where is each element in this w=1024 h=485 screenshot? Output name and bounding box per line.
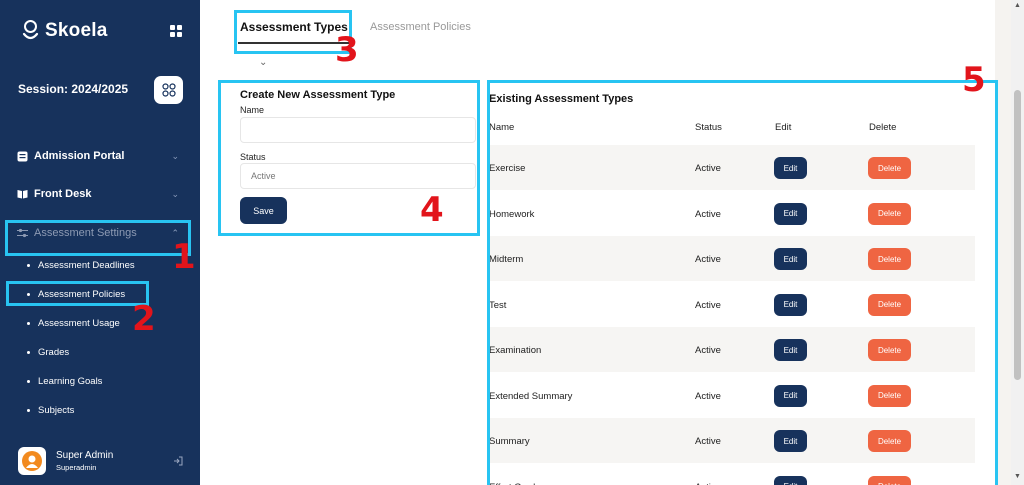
grid-circles-icon (161, 83, 176, 97)
scroll-up-arrow-icon[interactable]: ▲ (1014, 2, 1021, 9)
skoela-logo-icon (22, 20, 39, 40)
chevron-down-icon[interactable]: ⌄ (259, 57, 267, 68)
bullet-icon (27, 322, 30, 325)
annotation-number-3: 3 (335, 30, 359, 70)
admission-portal-icon (17, 151, 28, 161)
sidebar-item-admission-portal[interactable]: Admission Portal ⌄ (17, 150, 182, 162)
annotation-number-2: 2 (132, 299, 156, 339)
brand-name: Skoela (45, 20, 108, 41)
annotation-number-1: 1 (172, 237, 196, 277)
sidebar-subitem-label: Learning Goals (38, 376, 103, 387)
annotation-number-5: 5 (962, 60, 986, 100)
sidebar-subitem-assessment-usage[interactable]: Assessment Usage (27, 318, 120, 329)
chevron-down-icon: ⌄ (171, 150, 179, 161)
sidebar-subitem-grades[interactable]: Grades (27, 347, 69, 358)
book-icon (17, 190, 28, 199)
sidebar-subitem-subjects[interactable]: Subjects (27, 405, 74, 416)
sidebar-subitem-label: Assessment Usage (38, 318, 120, 329)
user-role: Superadmin (56, 463, 97, 472)
logout-icon[interactable] (173, 456, 183, 466)
session-label: Session: 2024/2025 (18, 82, 129, 96)
sidebar-subitem-label: Assessment Deadlines (38, 260, 135, 271)
user-icon (26, 455, 38, 468)
bullet-icon (27, 351, 30, 354)
annotation-number-4: 4 (420, 190, 444, 230)
session-switch-button[interactable] (154, 76, 183, 104)
sidebar-item-label: Admission Portal (34, 150, 125, 162)
scroll-down-arrow-icon[interactable]: ▼ (1014, 473, 1021, 480)
chevron-down-icon: ⌄ (171, 188, 179, 199)
avatar (18, 447, 46, 475)
page-scrollbar[interactable]: ▲ ▼ (1011, 0, 1024, 485)
sidebar-subitem-label: Grades (38, 347, 70, 358)
sidebar-subitem-assessment-deadlines[interactable]: Assessment Deadlines (27, 260, 135, 271)
bullet-icon (27, 380, 30, 383)
annotation-box-5 (487, 80, 998, 485)
sidebar-subitem-learning-goals[interactable]: Learning Goals (27, 376, 102, 387)
user-profile[interactable]: Super Admin Superadmin (18, 447, 113, 475)
tab-assessment-policies[interactable]: Assessment Policies (370, 21, 471, 33)
sidebar-subitem-label: Subjects (38, 405, 75, 416)
apps-grid-icon[interactable] (170, 25, 182, 37)
scroll-thumb[interactable] (1014, 90, 1021, 380)
annotation-box-1 (5, 220, 191, 256)
brand-logo[interactable]: Skoela (22, 20, 107, 42)
bullet-icon (27, 409, 30, 412)
bullet-icon (27, 264, 30, 267)
sidebar-item-front-desk[interactable]: Front Desk ⌄ (17, 188, 182, 200)
sidebar-item-label: Front Desk (34, 188, 92, 200)
user-name: Super Admin (56, 450, 114, 461)
annotation-box-2 (6, 281, 149, 306)
